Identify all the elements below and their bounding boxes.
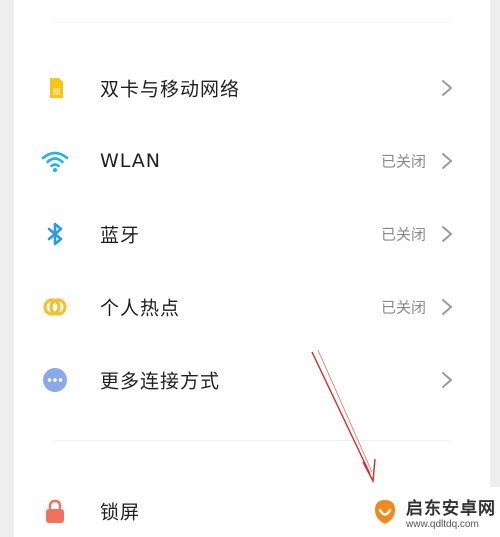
section-divider	[54, 440, 450, 441]
watermark-title: 启东安卓网	[406, 499, 496, 519]
chevron-right-icon	[440, 224, 454, 244]
chevron-right-icon	[440, 151, 454, 171]
wifi-icon	[40, 146, 70, 176]
bluetooth-icon	[40, 219, 70, 249]
chevron-right-icon	[440, 297, 454, 317]
settings-item-more-connections[interactable]: 更多连接方式	[14, 343, 490, 416]
settings-item-label: WLAN	[100, 149, 162, 172]
status-text: 已关闭	[380, 225, 426, 243]
lock-icon	[40, 496, 70, 526]
chevron-right-icon	[440, 78, 454, 98]
status-text: 已关闭	[380, 152, 426, 170]
top-divider	[54, 22, 450, 23]
settings-item-label: 更多连接方式	[100, 370, 221, 392]
settings-panel: 双卡与移动网络 WLAN 已关闭 蓝牙 已关闭 个人热点 已关闭 更多连接方式 …	[14, 0, 490, 537]
status-text: 已关闭	[380, 298, 426, 316]
settings-item-hotspot[interactable]: 个人热点 已关闭	[14, 270, 490, 343]
chevron-right-icon	[440, 370, 454, 390]
watermark-logo-icon	[375, 500, 395, 524]
watermark-badge: 启东安卓网 www.qdltdq.com	[360, 487, 500, 537]
watermark-url: www.qdltdq.com	[406, 519, 479, 530]
more-icon	[40, 365, 70, 395]
settings-item-label: 蓝牙	[100, 224, 141, 246]
sim-card-icon	[40, 73, 70, 103]
settings-item-bluetooth[interactable]: 蓝牙 已关闭	[14, 197, 490, 270]
settings-item-sim[interactable]: 双卡与移动网络	[14, 51, 490, 124]
settings-item-label: 双卡与移动网络	[100, 78, 241, 100]
settings-item-label: 锁屏	[100, 501, 141, 523]
settings-item-wlan[interactable]: WLAN 已关闭	[14, 124, 490, 197]
settings-item-label: 个人热点	[100, 297, 181, 319]
hotspot-icon	[40, 292, 70, 322]
